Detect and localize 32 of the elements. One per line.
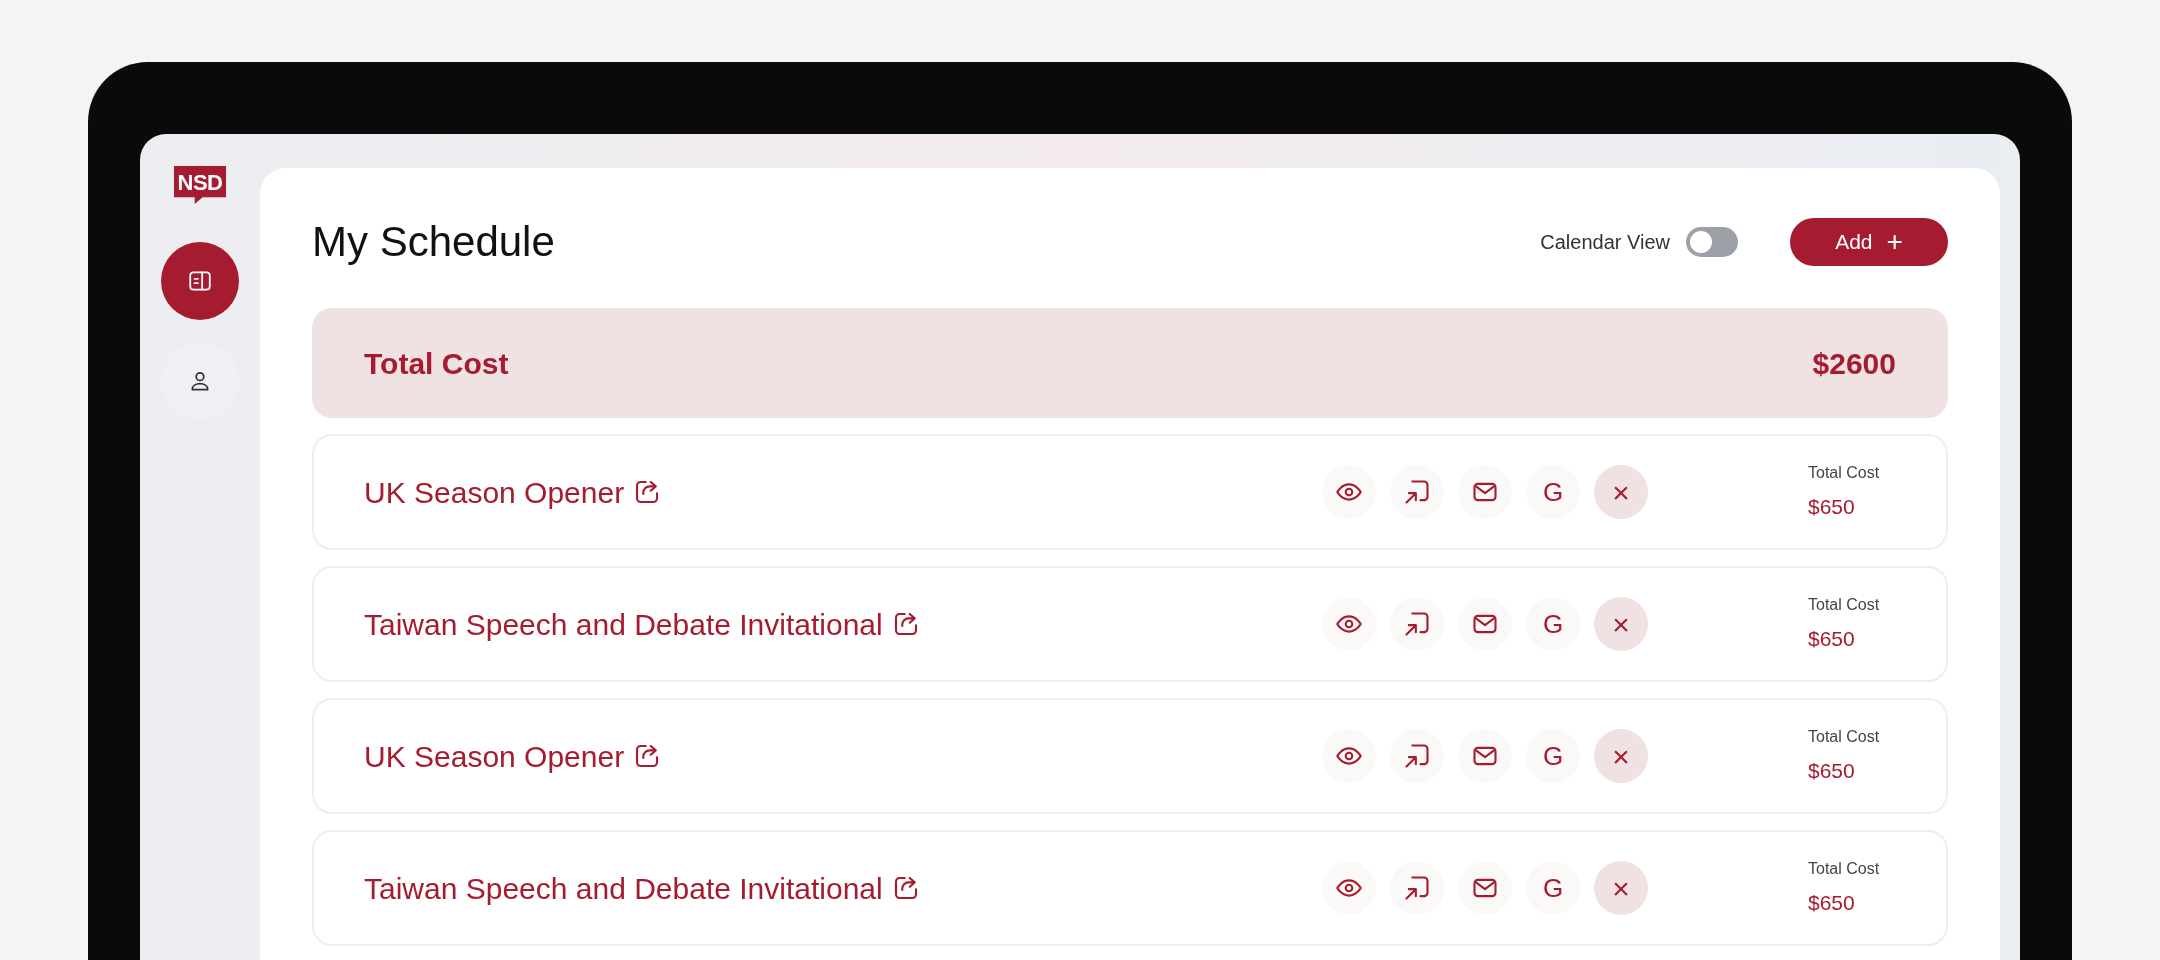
arrow-box-icon <box>1403 742 1431 770</box>
cost-value: $650 <box>1808 626 1856 653</box>
total-cost-value: $2600 <box>1812 345 1896 382</box>
cost-label: Total Cost <box>1808 859 1881 880</box>
google-button[interactable]: G <box>1526 597 1580 651</box>
page-title: My Schedule <box>312 221 555 263</box>
arrow-box-icon <box>1403 610 1431 638</box>
cost-label: Total Cost <box>1808 727 1881 748</box>
arrow-box-icon <box>1403 478 1431 506</box>
cost-label: Total Cost <box>1808 463 1881 484</box>
calendar-view-label: Calendar View <box>1540 230 1670 255</box>
event-title: Taiwan Speech and Debate Invitational <box>364 870 883 907</box>
event-title: Taiwan Speech and Debate Invitational <box>364 606 883 643</box>
event-title: UK Season Opener <box>364 738 625 775</box>
total-cost-label: Total Cost <box>364 345 509 382</box>
cost-value: $650 <box>1808 494 1856 521</box>
cost-value: $650 <box>1808 758 1856 785</box>
panel-icon <box>187 268 213 294</box>
google-button[interactable]: G <box>1526 465 1580 519</box>
logo: NSD <box>173 166 227 204</box>
remove-button[interactable]: × <box>1594 597 1648 651</box>
cost-value: $650 <box>1808 890 1856 917</box>
add-button[interactable]: Add + <box>1790 218 1948 266</box>
remove-button[interactable]: × <box>1594 729 1648 783</box>
remove-button[interactable]: × <box>1594 465 1648 519</box>
google-button[interactable]: G <box>1526 861 1580 915</box>
calendar-view-toggle[interactable] <box>1686 227 1738 257</box>
google-button[interactable]: G <box>1526 729 1580 783</box>
cost-label: Total Cost <box>1808 595 1881 616</box>
remove-button[interactable]: × <box>1594 861 1648 915</box>
event-title: UK Season Opener <box>364 474 625 511</box>
arrow-box-icon <box>1403 874 1431 902</box>
